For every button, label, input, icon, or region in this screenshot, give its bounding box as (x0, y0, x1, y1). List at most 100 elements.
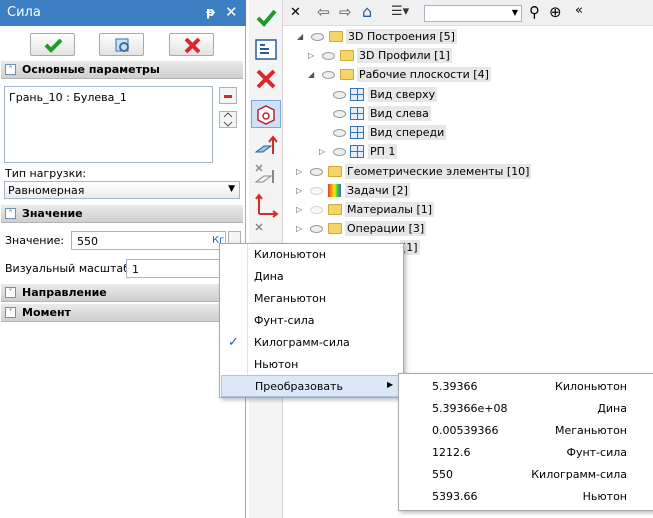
menu-item[interactable]: Килоньютон (221, 244, 402, 266)
folder-icon (328, 204, 342, 215)
tree-node-label: Вид спереди (368, 125, 447, 140)
collapsed-arrow-icon[interactable]: ▷ (308, 51, 314, 60)
reorder-button[interactable] (219, 111, 237, 128)
scale-input[interactable]: 1 (126, 259, 226, 278)
collapsed-arrow-icon[interactable]: ▷ (296, 224, 302, 233)
eye-icon[interactable] (310, 225, 323, 233)
cube-icon (257, 105, 275, 125)
list-view-icon[interactable]: ☰▾ (391, 4, 409, 19)
cancel-button[interactable] (169, 33, 214, 56)
close-icon[interactable]: ✕ (290, 5, 301, 20)
preview-button[interactable] (99, 33, 144, 56)
load-type-value: Равномерная (8, 184, 85, 197)
collapsed-arrow-icon[interactable]: ▷ (296, 186, 302, 195)
parameters-button[interactable] (251, 36, 281, 64)
convert-value: 0.00539366 (432, 424, 499, 437)
collapsed-arrow-icon[interactable]: ▷ (296, 167, 302, 176)
section-value-header[interactable]: ˄ Значение (1, 205, 243, 223)
menu-item[interactable]: Ньютон (221, 354, 402, 376)
eye-icon[interactable] (333, 91, 346, 99)
force-plane-button[interactable] (251, 132, 281, 160)
convert-unit: Ньютон (582, 490, 627, 503)
menu-item-label: Преобразовать (255, 380, 343, 393)
remove-button[interactable] (219, 87, 237, 104)
x-icon (256, 69, 276, 89)
expanded-arrow-icon[interactable]: ◢ (297, 32, 303, 41)
panel-title: Сила (7, 5, 41, 20)
section-direction-label: Направление (22, 286, 107, 299)
value-label: Значение: (5, 234, 65, 247)
search-icon[interactable]: ⚲ (529, 3, 540, 21)
tree-node-label: 3D Построения [5] (346, 29, 457, 44)
convert-unit: Дина (597, 402, 627, 415)
collapse-icon: ˄ (5, 208, 16, 219)
collapse-all-icon[interactable]: « (575, 3, 583, 18)
plane-icon (350, 107, 364, 120)
scale-label: Визуальный масштаб: (5, 262, 134, 275)
menu-item-checked[interactable]: ✓ Килограмм-сила (221, 332, 402, 354)
ok-button[interactable] (30, 33, 75, 56)
force-remove-button[interactable] (251, 160, 281, 188)
home-icon[interactable]: ⌂ (362, 2, 372, 21)
eye-icon[interactable] (322, 52, 335, 60)
plane-icon (350, 126, 364, 139)
force-arrow-icon (254, 135, 278, 154)
chevron-down-icon: ▼ (228, 184, 235, 194)
collapsed-arrow-icon[interactable]: ▷ (296, 205, 302, 214)
convert-row[interactable]: 550 Килограмм-сила (400, 464, 653, 486)
eye-icon[interactable] (333, 110, 346, 118)
selection-list[interactable]: Грань_10 : Булева_1 (4, 86, 213, 163)
axes-button[interactable] (251, 192, 281, 220)
convert-value: 1212.6 (432, 446, 471, 459)
value-text: 550 (77, 235, 98, 248)
convert-row[interactable]: 5393.66 Ньютон (400, 486, 653, 508)
target-icon[interactable]: ⊕ (549, 3, 562, 21)
menu-item[interactable]: Меганьютон (221, 288, 402, 310)
back-icon[interactable]: ⇦ (317, 3, 330, 21)
tree-node-label: Задачи [2] (345, 183, 410, 198)
collapsed-arrow-icon[interactable]: ▷ (319, 147, 325, 156)
convert-row[interactable]: 1212.6 Фунт-сила (400, 442, 653, 464)
folder-icon (328, 223, 342, 234)
menu-item-label: Килограмм-сила (254, 336, 350, 349)
eye-icon[interactable] (310, 206, 323, 214)
load-type-select[interactable]: Равномерная ▼ (4, 181, 240, 199)
menu-item[interactable]: Дина (221, 266, 402, 288)
convert-row[interactable]: 0.00539366 Меганьютон (400, 420, 653, 442)
folder-icon (340, 69, 354, 80)
convert-row[interactable]: 5.39366e+08 Дина (400, 398, 653, 420)
scale-text: 1 (132, 263, 139, 276)
force-cross-icon (254, 164, 274, 183)
eye-icon[interactable] (333, 129, 346, 137)
section-main-header[interactable]: ˄ Основные параметры (1, 61, 243, 79)
expanded-arrow-icon[interactable]: ◢ (308, 70, 314, 79)
tree-node-label: Операции [3] (345, 221, 427, 236)
select-face-button[interactable] (251, 100, 281, 128)
close-icon[interactable]: ✕ (225, 3, 238, 21)
eye-icon[interactable] (322, 71, 335, 79)
convert-row[interactable]: 5.39366 Килоньютон (400, 376, 653, 398)
pin-icon[interactable]: ᵽ (206, 5, 215, 19)
section-direction-header[interactable]: ˅ Направление (1, 284, 243, 302)
eye-icon[interactable] (310, 187, 323, 195)
filter-combo[interactable]: ▼ (424, 5, 522, 22)
convert-value: 5.39366e+08 (432, 402, 508, 415)
menu-item[interactable]: Фунт-сила (221, 310, 402, 332)
cancel-tool-button[interactable] (251, 66, 281, 94)
preview-icon (115, 38, 129, 52)
list-item[interactable]: Грань_10 : Булева_1 (9, 91, 127, 104)
check-icon (44, 38, 63, 53)
forward-icon[interactable]: ⇨ (339, 3, 352, 21)
eye-icon[interactable] (310, 168, 323, 176)
menu-item-label: Меганьютон (254, 292, 327, 305)
expand-icon: ˅ (5, 307, 16, 318)
section-moment-header[interactable]: ˅ Момент (1, 304, 243, 322)
convert-unit: Фунт-сила (566, 446, 627, 459)
apply-button[interactable] (251, 4, 281, 32)
load-type-label: Тип нагрузки: (5, 167, 87, 180)
menu-item-convert[interactable]: Преобразовать ▶ (221, 375, 402, 397)
eye-icon[interactable] (311, 33, 324, 41)
submenu-arrow-icon: ▶ (387, 380, 394, 389)
eye-icon[interactable] (333, 148, 346, 156)
value-input[interactable]: 550 Кг (71, 231, 226, 250)
